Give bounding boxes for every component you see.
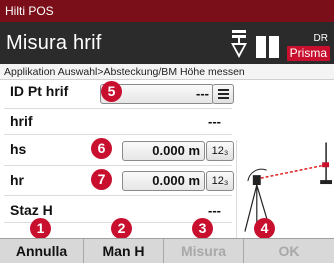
hs-input[interactable]: 0.000 m (122, 141, 205, 161)
field-label-hs: hs (10, 141, 27, 157)
sight-line (260, 164, 325, 179)
distance-mode-label: DR (313, 33, 328, 44)
numeric-button-label: 12₃ (211, 145, 229, 157)
callout-badge-1: 1 (30, 218, 51, 239)
row-divider (4, 165, 232, 166)
hrif-value: --- (208, 114, 221, 129)
plumb-bob-icon (231, 30, 247, 58)
manual-height-button[interactable]: Man H (84, 239, 164, 263)
measurement-diagram (236, 140, 333, 238)
row-divider (4, 134, 232, 135)
callout-badge-5: 5 (101, 81, 122, 102)
station-height-value: --- (208, 203, 221, 218)
screen-header: Misura hrif DR Prisma (0, 22, 334, 64)
row-divider (4, 195, 232, 196)
numeric-keypad-icon[interactable]: 12₃ (206, 141, 234, 161)
callout-badge-6: 6 (91, 138, 112, 159)
breadcrumb: Applikation Auswahl>Absteckung/BM Höhe m… (0, 64, 334, 80)
numeric-button-label: 12₃ (211, 175, 229, 187)
target-mode-badge: Prisma (286, 46, 330, 61)
target-staff-icon (320, 142, 333, 185)
measure-button[interactable]: Misura (164, 239, 244, 263)
battery-icon (256, 36, 280, 58)
prism-mode-icon: DR Prisma (285, 33, 330, 61)
field-label-id-pt-hrif: ID Pt hrif (10, 83, 69, 99)
cancel-button[interactable]: Annulla (0, 239, 84, 263)
field-label-hrif: hrif (10, 113, 33, 129)
numeric-keypad-icon[interactable]: 12₃ (206, 171, 234, 191)
hr-input[interactable]: 0.000 m (122, 171, 205, 191)
app-title-bar: Hilti POS (0, 0, 334, 22)
field-label-staz-h: Staz H (10, 202, 53, 218)
callout-badge-4: 4 (254, 218, 275, 239)
field-label-hr: hr (10, 172, 24, 188)
callout-badge-3: 3 (192, 218, 213, 239)
callout-badge-2: 2 (111, 218, 132, 239)
point-list-button[interactable] (212, 84, 234, 104)
app-title: Hilti POS (5, 4, 54, 18)
row-divider (4, 108, 232, 109)
page-title: Misura hrif (6, 32, 102, 54)
callout-badge-7: 7 (91, 169, 112, 190)
hilti-pos-screen: Hilti POS Misura hrif DR Prisma Applikat… (0, 0, 334, 263)
ok-button[interactable]: OK (244, 239, 334, 263)
softkey-bar: Annulla Man H Misura OK (0, 238, 334, 263)
